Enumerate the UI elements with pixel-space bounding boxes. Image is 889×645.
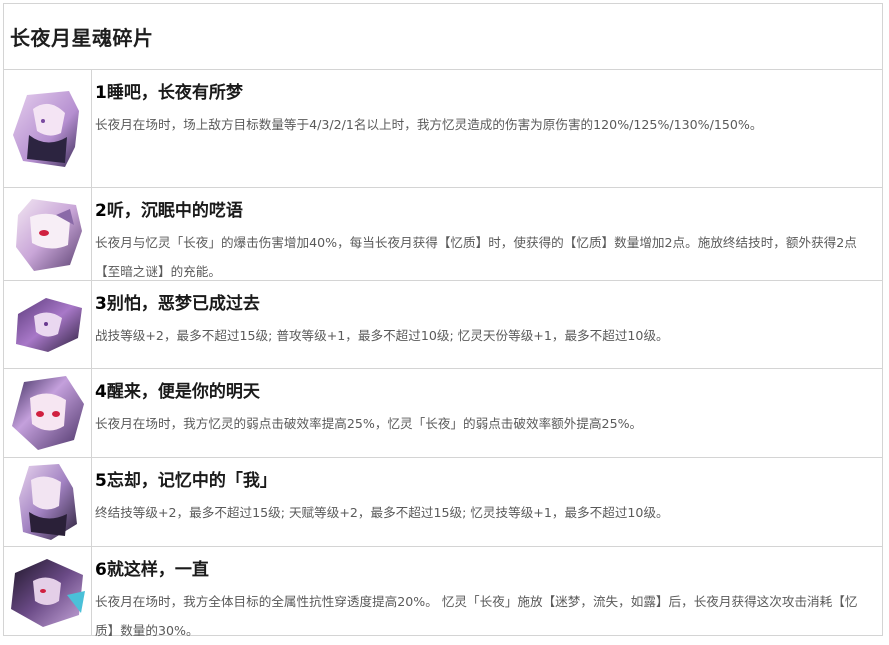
eidolon-number: 3: [95, 294, 107, 314]
eidolon-number: 4: [95, 382, 107, 402]
eidolon-text-cell: 5忘却，记忆中的「我」 终结技等级+2，最多不超过15级; 天赋等级+2，最多不…: [92, 458, 882, 546]
eidolon-text-cell: 2听，沉眠中的呓语 长夜月与忆灵「长夜」的爆击伤害增加40%，每当长夜月获得【忆…: [92, 188, 882, 280]
eidolon-portrait-icon: [11, 376, 84, 450]
eidolon-thumb-cell: [4, 70, 92, 187]
eidolon-title: 就这样，一直: [106, 560, 209, 580]
eidolon-thumb-cell: [4, 458, 92, 546]
eidolon-text-cell: 4醒来，便是你的明天 长夜月在场时，我方忆灵的弱点击破效率提高25%，忆灵「长夜…: [92, 369, 882, 457]
eidolon-title: 听，沉眠中的呓语: [106, 201, 243, 221]
eidolon-row-6: 6就这样，一直 长夜月在场时，我方全体目标的全属性抗性穿透度提高20%。 忆灵「…: [4, 547, 882, 638]
eidolon-number: 5: [95, 471, 107, 491]
eidolon-description: 终结技等级+2，最多不超过15级; 天赋等级+2，最多不超过15级; 忆灵技等级…: [95, 505, 669, 520]
eidolon-description: 长夜月在场时，我方全体目标的全属性抗性穿透度提高20%。 忆灵「长夜」施放【迷梦…: [95, 594, 858, 638]
eidolon-title: 睡吧，长夜有所梦: [106, 83, 243, 103]
eidolon-description: 长夜月在场时，场上敌方目标数量等于4/3/2/1名以上时，我方忆灵造成的伤害为原…: [95, 117, 763, 132]
eidolon-name: 6就这样，一直: [95, 559, 882, 581]
eidolon-name: 2听，沉眠中的呓语: [95, 200, 882, 222]
eidolon-description: 长夜月在场时，我方忆灵的弱点击破效率提高25%，忆灵「长夜」的弱点击破效率额外提…: [95, 416, 643, 431]
eidolon-row-1: 1睡吧，长夜有所梦 长夜月在场时，场上敌方目标数量等于4/3/2/1名以上时，我…: [4, 70, 882, 188]
eidolon-row-4: 4醒来，便是你的明天 长夜月在场时，我方忆灵的弱点击破效率提高25%，忆灵「长夜…: [4, 369, 882, 458]
eidolon-name: 1睡吧，长夜有所梦: [95, 82, 882, 104]
eidolon-portrait-icon: [18, 464, 77, 540]
eidolon-name: 5忘却，记忆中的「我」: [95, 470, 882, 492]
eidolon-row-2: 2听，沉眠中的呓语 长夜月与忆灵「长夜」的爆击伤害增加40%，每当长夜月获得【忆…: [4, 188, 882, 281]
eidolon-portrait-icon: [15, 297, 82, 352]
eidolon-portrait-icon: [15, 199, 82, 271]
eidolon-number: 1: [95, 83, 107, 103]
eidolon-description: 长夜月与忆灵「长夜」的爆击伤害增加40%，每当长夜月获得【忆质】时，使获得的【忆…: [95, 235, 857, 279]
eidolon-thumb-cell: [4, 281, 92, 368]
eidolon-portrait-icon: [10, 558, 85, 627]
eidolon-thumb-cell: [4, 369, 92, 457]
eidolon-thumb-cell: [4, 188, 92, 280]
eidolon-name: 3别怕，恶梦已成过去: [95, 293, 882, 315]
eidolon-name: 4醒来，便是你的明天: [95, 381, 882, 403]
eidolon-number: 6: [95, 560, 107, 580]
eidolon-row-5: 5忘却，记忆中的「我」 终结技等级+2，最多不超过15级; 天赋等级+2，最多不…: [4, 458, 882, 547]
eidolon-thumb-cell: [4, 547, 92, 636]
eidolon-text-cell: 6就这样，一直 长夜月在场时，我方全体目标的全属性抗性穿透度提高20%。 忆灵「…: [92, 547, 882, 638]
eidolon-title: 忘却，记忆中的「我」: [106, 471, 277, 491]
eidolon-table: 长夜月星魂碎片 1睡吧，长夜有所梦 长夜月在场时，场上敌方目标数量等于4/3/2…: [3, 3, 883, 638]
eidolon-text-cell: 3别怕，恶梦已成过去 战技等级+2，最多不超过15级; 普攻等级+1，最多不超过…: [92, 281, 882, 368]
eidolon-number: 2: [95, 201, 107, 221]
eidolon-text-cell: 1睡吧，长夜有所梦 长夜月在场时，场上敌方目标数量等于4/3/2/1名以上时，我…: [92, 70, 882, 187]
eidolon-row-3: 3别怕，恶梦已成过去 战技等级+2，最多不超过15级; 普攻等级+1，最多不超过…: [4, 281, 882, 369]
eidolon-portrait-icon: [12, 90, 79, 167]
eidolon-description: 战技等级+2，最多不超过15级; 普攻等级+1，最多不超过10级; 忆灵天份等级…: [95, 328, 669, 343]
page-title: 长夜月星魂碎片: [10, 26, 154, 50]
eidolon-title: 醒来，便是你的明天: [106, 382, 260, 402]
table-header: 长夜月星魂碎片: [4, 4, 882, 70]
eidolon-title: 别怕，恶梦已成过去: [106, 294, 260, 314]
